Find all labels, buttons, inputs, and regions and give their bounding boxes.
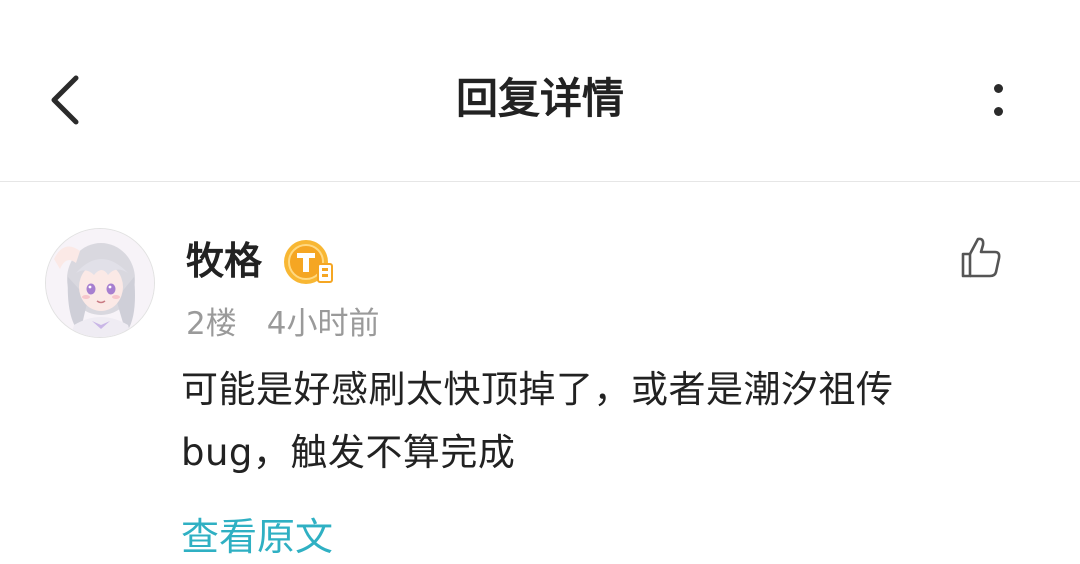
thumbs-up-icon <box>961 237 1001 278</box>
avatar[interactable] <box>45 228 155 338</box>
floor-number: 2楼 <box>186 306 237 342</box>
more-vertical-icon <box>993 84 1003 93</box>
like-button[interactable] <box>952 228 1010 286</box>
page-title: 回复详情 <box>455 74 624 123</box>
reply-content: 可能是好感刷太快顶掉了，或者是潮汐祖传bug，触发不算完成 <box>181 368 894 474</box>
reply-time: 4小时前 <box>266 306 380 342</box>
reply-meta: 2楼 4小时前 <box>186 302 379 346</box>
username[interactable]: 牧格 <box>186 234 262 288</box>
more-vertical-icon-dot <box>993 107 1003 116</box>
user-level-badge-icon <box>284 240 333 284</box>
avatar-image <box>46 229 154 337</box>
top-bar: 回复详情 <box>0 0 1080 182</box>
more-options-button[interactable] <box>968 70 1028 130</box>
view-original-link[interactable]: 查看原文 <box>181 510 333 564</box>
